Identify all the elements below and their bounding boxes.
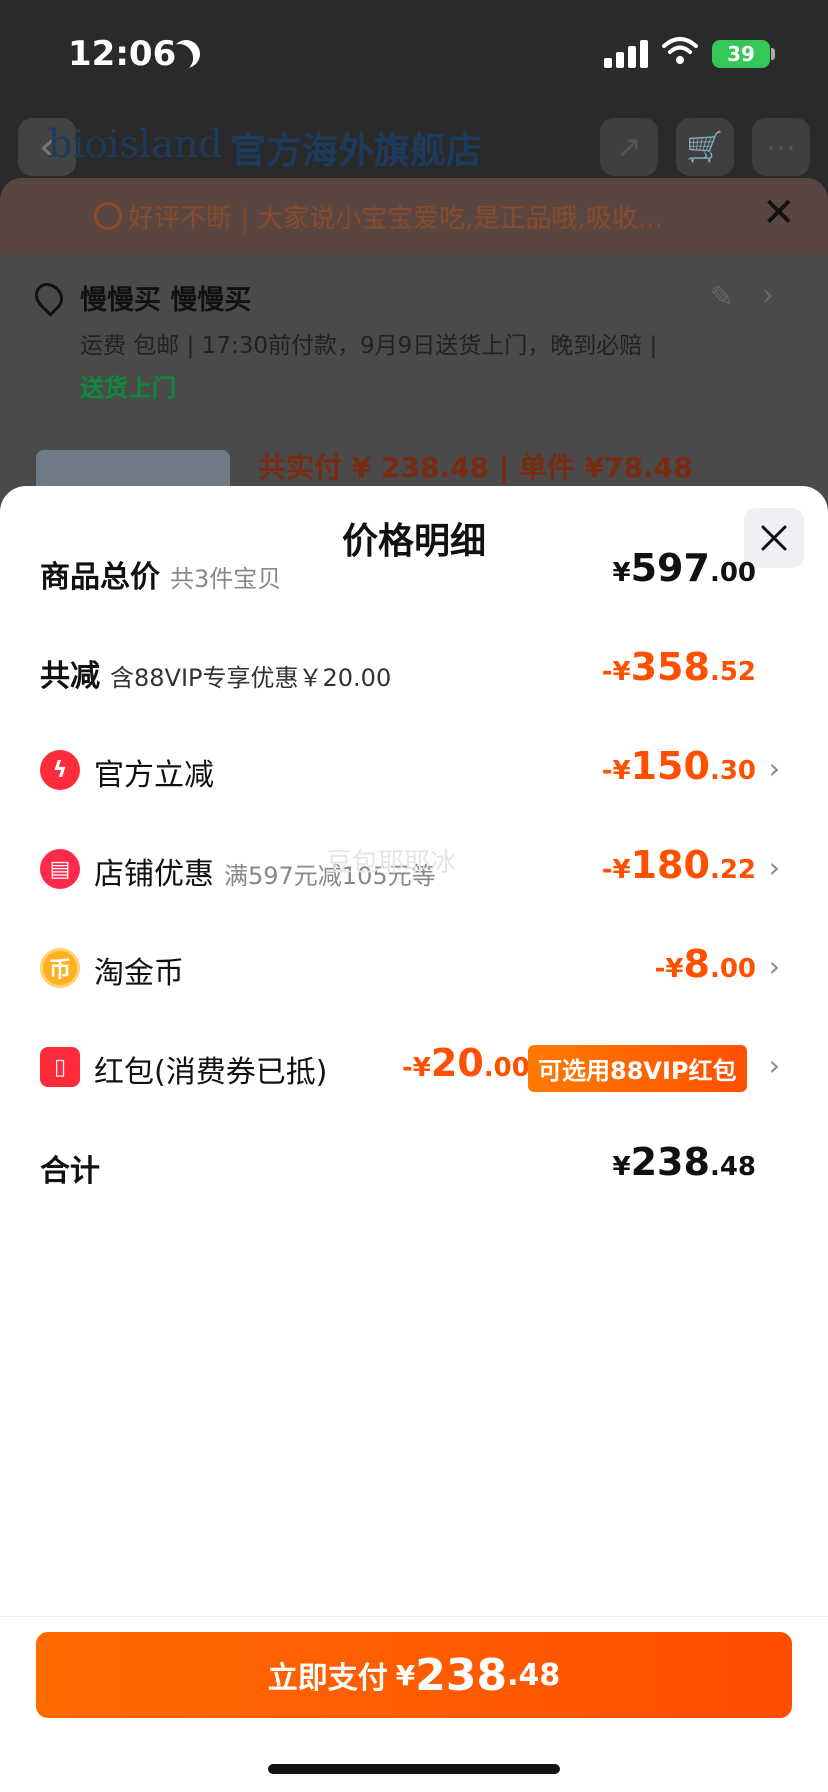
amount-int: 150 <box>630 744 710 788</box>
amount-int: 358 <box>630 645 710 689</box>
store-name: 官方海外旗舰店 <box>230 131 483 172</box>
reduce-amount: -¥358.52 <box>602 645 756 689</box>
pay-amount-dec: .48 <box>507 1657 561 1693</box>
currency: -¥ <box>601 657 631 687</box>
amount-int: 20 <box>430 1041 484 1085</box>
status-time: 12:06 <box>68 34 177 74</box>
signal-icon <box>604 40 648 68</box>
wifi-icon <box>662 37 698 64</box>
total-sub: 共3件宝贝 <box>170 565 282 593</box>
row-label: 商品总价 共3件宝贝 <box>40 552 281 596</box>
chevron-right-icon: › <box>762 278 774 313</box>
official-amount: -¥150.30 <box>602 744 756 788</box>
row-label: 共减 含88VIP专享优惠￥20.00 <box>40 651 391 695</box>
sum-amount: ¥238.48 <box>613 1140 756 1184</box>
address-name: 慢慢买 慢慢买 <box>80 285 252 316</box>
status-bar: 12:06 39 <box>0 0 828 110</box>
shipping-info: 运费 包邮 | 17:30前付款，9月9日送货上门，晚到必赔 | <box>80 333 658 359</box>
shop-icon: ▤ <box>40 849 80 889</box>
row-taobao-coin[interactable]: 币 淘金币 -¥8.00 › <box>40 938 790 998</box>
order-card: 好评不断 | 大家说小宝宝爱吃,是正品哦,吸收... ✕ 慢慢买 慢慢买 ✎ ›… <box>0 178 828 518</box>
currency: -¥ <box>402 1053 431 1083</box>
footer-divider <box>0 1616 828 1617</box>
amount-int: 180 <box>630 843 710 887</box>
amount-dec: .30 <box>709 756 756 786</box>
row-total-reduction: 共减 含88VIP专享优惠￥20.00 -¥358.52 <box>40 641 790 701</box>
currency: ¥ <box>612 558 631 588</box>
notice-close-button[interactable]: ✕ <box>762 190 796 236</box>
chevron-right-icon: › <box>768 752 780 785</box>
more-button[interactable]: ⋯ <box>752 118 810 176</box>
pay-amount-int: 238 <box>415 1649 508 1701</box>
pay-label: 立即支付 <box>267 1661 388 1696</box>
watermark: 豆包耶耶冰 <box>326 848 457 878</box>
official-label: 官方立减 <box>94 758 214 793</box>
cart-button[interactable]: 🛒 <box>676 118 734 176</box>
row-official-discount[interactable]: ϟ 官方立减 -¥150.30 › <box>40 740 790 800</box>
pay-preview: 共实付 ¥ 238.48 | 单件 ¥78.48 <box>258 451 693 484</box>
battery-cap <box>771 48 775 60</box>
vip-red-packet-tag[interactable]: 可选用88VIP红包 <box>528 1045 747 1092</box>
hongbao-label: 红包(消费券已抵) <box>94 1055 328 1090</box>
sum-label: 合计 <box>40 1154 100 1189</box>
home-indicator[interactable] <box>268 1764 560 1774</box>
amount-dec: .48 <box>709 1152 756 1182</box>
reduce-label: 共减 <box>40 659 100 694</box>
row-red-packet[interactable]: ▯ 红包(消费券已抵) -¥20.00 可选用88VIP红包 › <box>40 1037 790 1097</box>
price-detail-sheet: 价格明细 商品总价 共3件宝贝 ¥597.00 共减 含88VIP专享优惠￥20.0… <box>0 486 828 1792</box>
pay-now-button[interactable]: 立即支付 ¥ 238 .48 <box>36 1632 792 1718</box>
amount-dec: .00 <box>709 954 756 984</box>
shop-amount: -¥180.22 <box>602 843 756 887</box>
share-button[interactable]: ↗ <box>600 118 658 176</box>
hongbao-amount: -¥20.00 <box>402 1041 530 1085</box>
notice-bar: 好评不断 | 大家说小宝宝爱吃,是正品哦,吸收... ✕ <box>0 178 828 254</box>
amount-dec: .00 <box>709 558 756 588</box>
battery-level: 39 <box>727 42 755 66</box>
currency: -¥ <box>654 954 684 984</box>
chevron-right-icon: › <box>768 950 780 983</box>
coin-label: 淘金币 <box>94 956 184 991</box>
row-sum: 合计 ¥238.48 <box>40 1136 790 1196</box>
chevron-right-icon: › <box>768 1049 780 1082</box>
comment-icon <box>94 202 122 230</box>
delivery-method: 送货上门 <box>80 374 176 402</box>
reduce-sub: 含88VIP专享优惠￥20.00 <box>110 664 392 692</box>
edit-icon[interactable]: ✎ <box>710 280 733 313</box>
amount-int: 8 <box>683 942 710 986</box>
total-label: 商品总价 <box>40 560 160 595</box>
brand-logo: bioisland <box>48 122 223 166</box>
red-packet-icon: ▯ <box>40 1047 80 1087</box>
currency: ¥ <box>612 1152 631 1182</box>
coin-amount: -¥8.00 <box>655 942 756 986</box>
shop-label: 店铺优惠 <box>94 857 214 892</box>
amount-int: 238 <box>630 1140 710 1184</box>
amount-dec: .52 <box>709 657 756 687</box>
total-amount: ¥597.00 <box>613 546 756 590</box>
notice-text: 好评不断 | 大家说小宝宝爱吃,是正品哦,吸收... <box>128 204 663 234</box>
currency: -¥ <box>601 756 631 786</box>
lightning-icon: ϟ <box>40 750 80 790</box>
currency: -¥ <box>601 855 631 885</box>
location-pin-icon <box>29 277 69 317</box>
amount-dec: .22 <box>709 855 756 885</box>
battery-icon: 39 <box>712 40 770 68</box>
pay-currency: ¥ <box>395 1658 416 1692</box>
amount-dec: .00 <box>483 1053 530 1083</box>
chevron-right-icon: › <box>768 851 780 884</box>
amount-int: 597 <box>630 546 710 590</box>
coin-icon: 币 <box>40 948 80 988</box>
row-total-price: 商品总价 共3件宝贝 ¥597.00 <box>40 542 790 602</box>
store-header: ‹ bioisland 官方海外旗舰店 ↗ 🛒 ⋯ <box>0 100 828 180</box>
